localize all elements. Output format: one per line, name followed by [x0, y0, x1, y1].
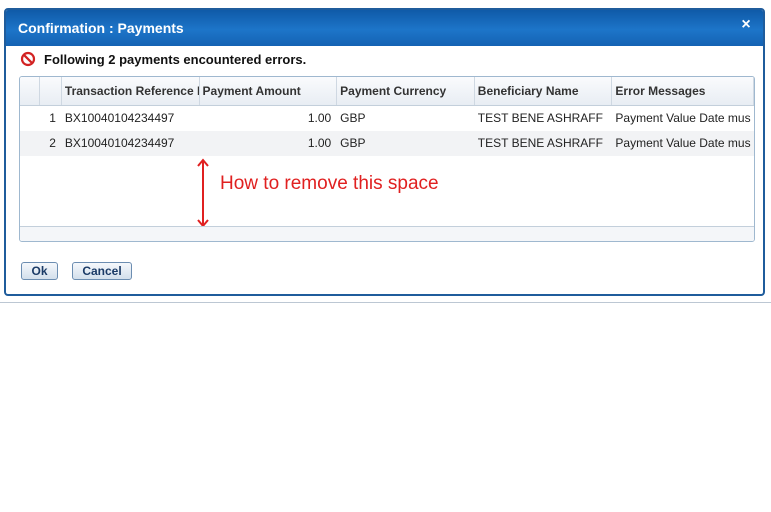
header-row-number — [40, 77, 62, 105]
header-select-column[interactable] — [20, 77, 40, 105]
header-beneficiary-name[interactable]: Beneficiary Name — [475, 77, 613, 105]
cell-payment-amount: 1.00 — [307, 111, 332, 125]
error-message-text: Following 2 payments encountered errors. — [44, 51, 307, 67]
cell-beneficiary-name: TEST BENE ASHRAFF — [477, 111, 603, 125]
error-message-line: Following 2 payments encountered errors. — [20, 50, 306, 68]
annotation-text: How to remove this space — [220, 173, 439, 194]
grid-header-row: Transaction Reference I Payment Amount P… — [20, 77, 754, 106]
dialog-title: Confirmation : Payments — [18, 20, 184, 36]
cancel-button[interactable]: Cancel — [72, 262, 132, 280]
double-arrow-annotation-icon — [197, 158, 209, 228]
header-transaction-reference[interactable]: Transaction Reference I — [62, 77, 200, 105]
dialog-titlebar: Confirmation : Payments × — [6, 10, 763, 46]
cell-transaction-reference: BX10040104234497 — [64, 136, 175, 150]
cell-payment-currency: GBP — [340, 111, 366, 125]
header-payment-amount[interactable]: Payment Amount — [200, 77, 338, 105]
confirmation-dialog: Confirmation : Payments × Following 2 pa… — [4, 8, 765, 296]
close-icon[interactable]: × — [737, 16, 755, 34]
row-number: 2 — [49, 136, 56, 150]
grid-footer-bar — [20, 226, 754, 241]
cell-error-message: Payment Value Date mus — [615, 136, 751, 150]
cell-error-message: Payment Value Date mus — [615, 111, 751, 125]
header-error-messages[interactable]: Error Messages — [612, 77, 754, 105]
cell-payment-amount: 1.00 — [307, 136, 332, 150]
prohibited-icon — [20, 51, 36, 67]
row-number: 1 — [49, 111, 56, 125]
row-select-cell[interactable] — [20, 106, 40, 131]
cell-beneficiary-name: TEST BENE ASHRAFF — [477, 136, 603, 150]
cell-payment-currency: GBP — [340, 136, 366, 150]
ok-button[interactable]: Ok — [21, 262, 58, 280]
payments-error-grid: Transaction Reference I Payment Amount P… — [19, 76, 755, 242]
table-row[interactable]: 1 BX10040104234497 1.00 GBP TEST BENE AS… — [20, 106, 754, 131]
background-grid-edge-right — [765, 78, 771, 128]
table-row[interactable]: 2 BX10040104234497 1.00 GBP TEST BENE AS… — [20, 131, 754, 156]
cell-transaction-reference: BX10040104234497 — [64, 111, 175, 125]
row-select-cell[interactable] — [20, 131, 40, 156]
header-payment-currency[interactable]: Payment Currency — [337, 77, 475, 105]
